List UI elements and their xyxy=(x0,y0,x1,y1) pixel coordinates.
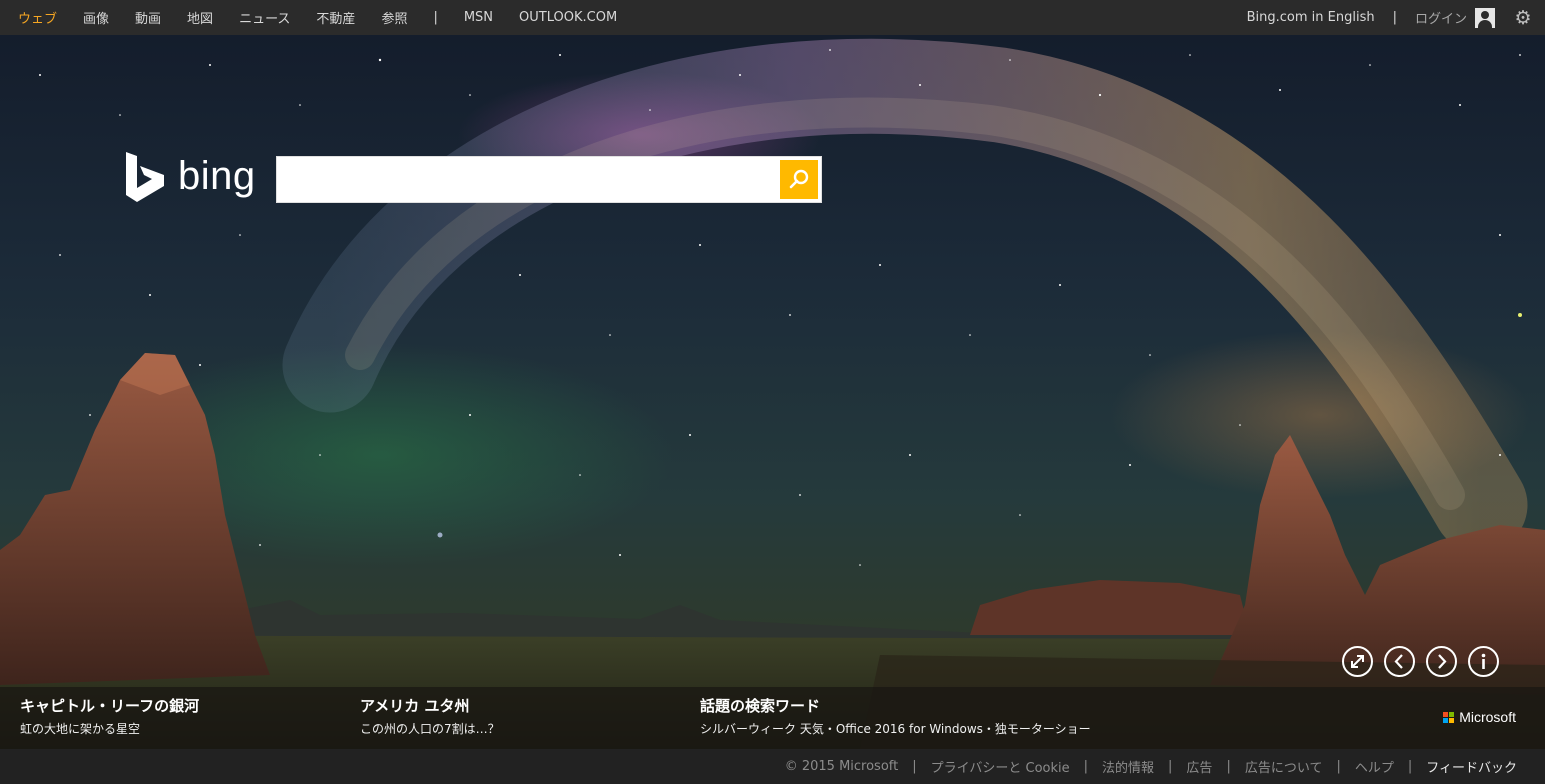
microsoft-logo[interactable]: Microsoft xyxy=(1443,709,1516,725)
english-link[interactable]: Bing.com in English xyxy=(1247,10,1375,25)
night-sky-landscape xyxy=(0,38,1545,749)
microsoft-logo-word: Microsoft xyxy=(1459,709,1516,725)
gear-icon[interactable]: ⚙ xyxy=(1513,8,1533,28)
bing-logo[interactable]: bing xyxy=(124,150,259,204)
top-nav: ウェブ 画像 動画 地図 ニュース 不動産 参照 | MSN OUTLOOK.C… xyxy=(18,0,643,35)
info-title[interactable]: 話題の検索ワード xyxy=(700,695,1091,716)
info-item-image[interactable]: キャピトル・リーフの銀河 虹の大地に架かる星空 xyxy=(20,695,199,737)
nav-item-realestate[interactable]: 不動産 xyxy=(316,8,355,27)
nav-item-maps[interactable]: 地図 xyxy=(187,8,213,27)
footer-separator: | xyxy=(1083,759,1089,774)
info-subtitle[interactable]: 虹の大地に架かる星空 xyxy=(20,720,199,737)
nav-item-msn[interactable]: MSN xyxy=(464,10,493,25)
info-title[interactable]: アメリカ ユタ州 xyxy=(360,695,500,716)
footer-separator: | xyxy=(1226,759,1231,774)
search-input[interactable] xyxy=(277,157,777,202)
expand-icon[interactable] xyxy=(1342,646,1373,677)
footer-separator: | xyxy=(912,759,917,774)
user-icon[interactable] xyxy=(1475,7,1495,28)
footer-link-help[interactable]: ヘルプ xyxy=(1355,757,1394,776)
footer-copyright: © 2015 Microsoft xyxy=(784,759,899,774)
top-right-menu: Bing.com in English | ログイン ⚙ xyxy=(1247,0,1533,35)
nav-item-images[interactable]: 画像 xyxy=(83,8,109,27)
nav-item-videos[interactable]: 動画 xyxy=(135,8,161,27)
login-link[interactable]: ログイン xyxy=(1415,8,1467,27)
footer-separator: | xyxy=(1407,759,1413,774)
top-bar: ウェブ 画像 動画 地図 ニュース 不動産 参照 | MSN OUTLOOK.C… xyxy=(0,0,1545,35)
nav-item-web[interactable]: ウェブ xyxy=(18,8,57,27)
background-image xyxy=(0,35,1545,749)
microsoft-logo-grid xyxy=(1443,711,1455,723)
footer-link-feedback[interactable]: フィードバック xyxy=(1426,757,1517,776)
top-right-separator: | xyxy=(1392,10,1397,25)
chevron-right-icon[interactable] xyxy=(1426,646,1457,677)
footer-separator: | xyxy=(1168,759,1173,774)
info-item-trending[interactable]: 話題の検索ワード シルバーウィーク 天気・Office 2016 for Win… xyxy=(700,695,1091,737)
footer-links: © 2015 Microsoft | プライバシーと Cookie | 法的情報… xyxy=(785,749,1517,784)
search-icon xyxy=(789,169,809,189)
footer-link-legal[interactable]: 法的情報 xyxy=(1102,757,1154,776)
footer: © 2015 Microsoft | プライバシーと Cookie | 法的情報… xyxy=(0,749,1545,784)
info-subtitle[interactable]: シルバーウィーク 天気・Office 2016 for Windows・独モータ… xyxy=(700,720,1091,737)
search-box xyxy=(276,156,822,203)
chevron-left-icon[interactable] xyxy=(1384,646,1415,677)
nav-separator: | xyxy=(433,10,438,25)
image-controls xyxy=(1342,646,1510,677)
info-subtitle[interactable]: この州の人口の7割は…？ xyxy=(360,720,500,737)
nav-item-reference[interactable]: 参照 xyxy=(381,8,407,27)
footer-link-about-ads[interactable]: 広告について xyxy=(1245,757,1323,776)
info-title[interactable]: キャピトル・リーフの銀河 xyxy=(20,695,199,716)
bing-logo-word: bing xyxy=(178,154,256,198)
info-strip: キャピトル・リーフの銀河 虹の大地に架かる星空 アメリカ ユタ州 この州の人口の… xyxy=(0,687,1545,749)
footer-link-privacy[interactable]: プライバシーと Cookie xyxy=(931,757,1070,776)
info-icon[interactable] xyxy=(1468,646,1499,677)
nav-item-news[interactable]: ニュース xyxy=(239,8,290,27)
info-item-location[interactable]: アメリカ ユタ州 この州の人口の7割は…？ xyxy=(360,695,500,737)
nav-item-outlook[interactable]: OUTLOOK.COM xyxy=(519,10,617,25)
footer-link-ads[interactable]: 広告 xyxy=(1186,757,1212,776)
bing-logo-mark xyxy=(126,152,164,202)
footer-separator: | xyxy=(1336,759,1341,774)
search-button[interactable] xyxy=(780,160,818,199)
